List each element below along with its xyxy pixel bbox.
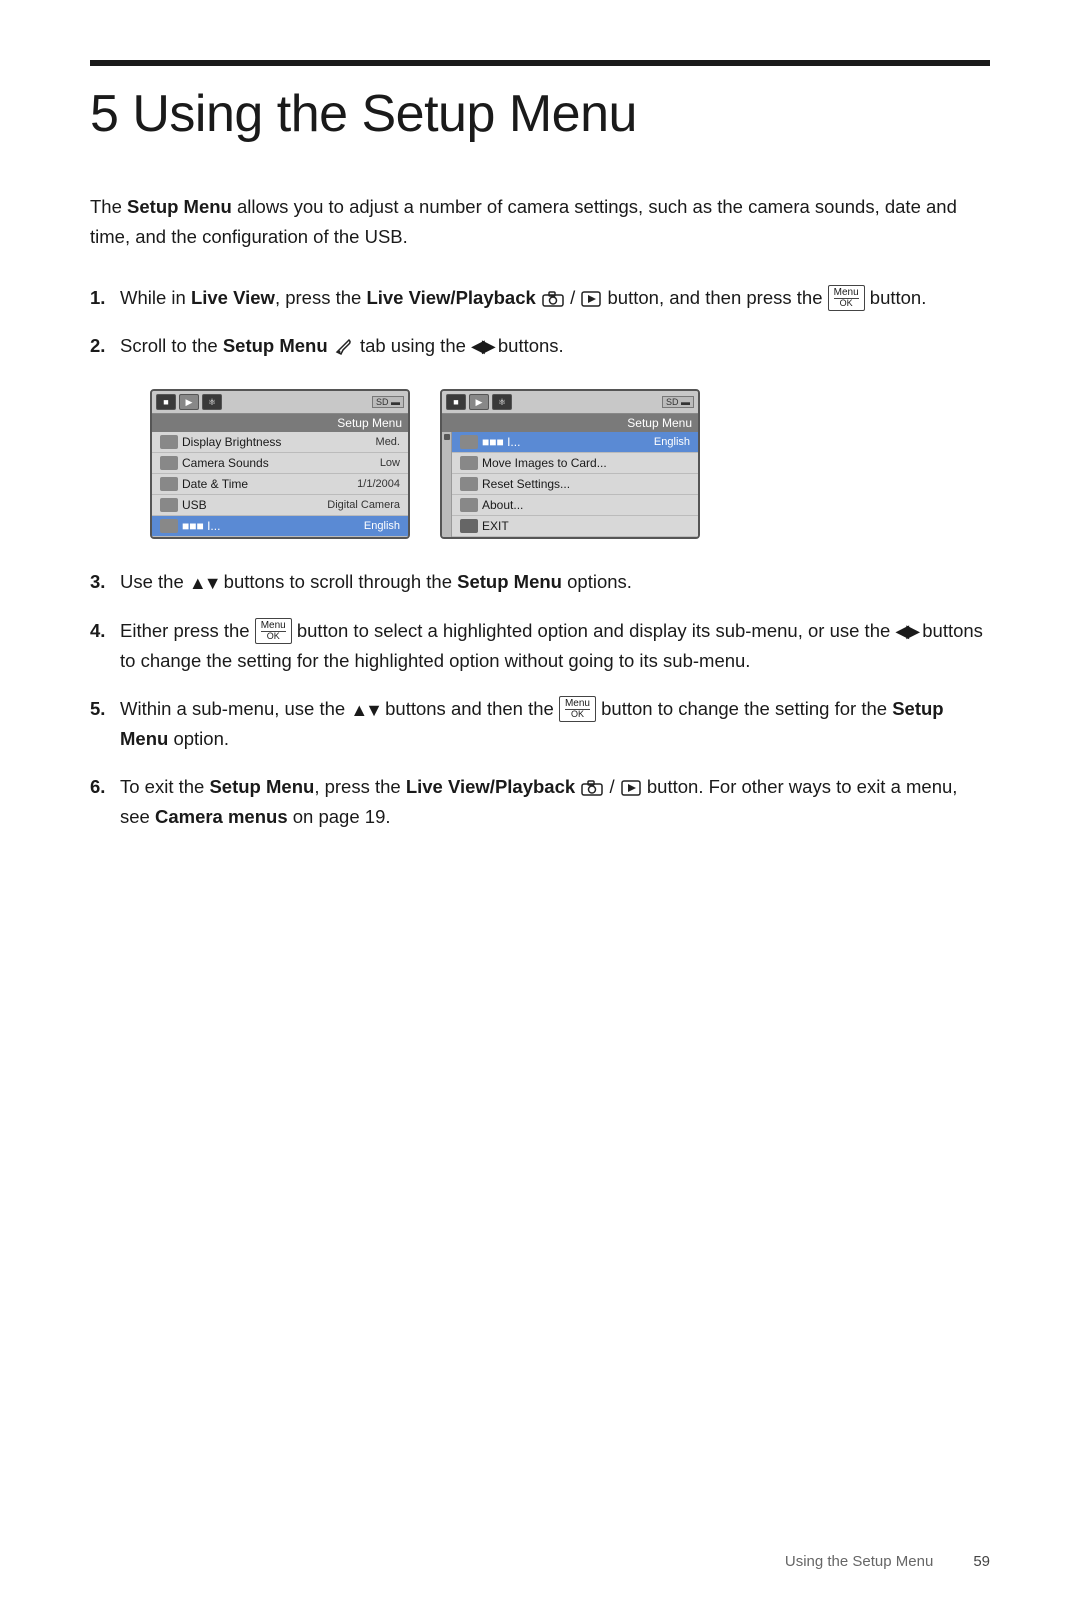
page: 5 Using the Setup Menu The Setup Menu al… <box>0 0 1080 1620</box>
lr-arrows-icon: ◀▶ <box>471 332 493 361</box>
step-6-number: 6. <box>90 772 120 802</box>
screen-right-reset-icon <box>460 477 478 491</box>
screen-left-rows: Display Brightness Med. Camera Sounds Lo… <box>152 432 408 537</box>
step-5: 5. Within a sub-menu, use the ▲▼ buttons… <box>90 694 990 754</box>
screen-sd-indicator: SD ▬ <box>372 396 404 408</box>
screens-row: ■ ▶ ⚛ SD ▬ Setup Menu Display Brightness… <box>150 389 990 539</box>
chapter-title: 5 Using the Setup Menu <box>90 84 990 144</box>
row-lang-label: ■■■ I... <box>182 519 364 533</box>
step-2-number: 2. <box>90 331 120 361</box>
step-5-content: Within a sub-menu, use the ▲▼ buttons an… <box>120 694 990 754</box>
screen-right-row-exit: EXIT <box>452 516 698 537</box>
screen-right-row-about: About... <box>452 495 698 516</box>
row-sounds-value: Low <box>380 457 400 469</box>
sounds-icon <box>160 456 178 470</box>
usb-icon <box>160 498 178 512</box>
screen-right-exit-label: EXIT <box>482 519 690 533</box>
screen-left-title: Setup Menu <box>152 414 408 432</box>
footer-page-number: 59 <box>973 1553 990 1570</box>
step-6-camera-icon <box>581 780 603 796</box>
camera-icon <box>542 291 564 307</box>
step-5-number: 5. <box>90 694 120 724</box>
step-4-lr-arrows: ◀▶ <box>895 617 917 646</box>
row-display-label: Display Brightness <box>182 435 376 449</box>
screen-playback-icon: ▶ <box>179 394 199 410</box>
step-3-content: Use the ▲▼ buttons to scroll through the… <box>120 567 990 598</box>
row-date-value: 1/1/2004 <box>357 478 400 490</box>
screen-right-title: Setup Menu <box>442 414 698 432</box>
screen-row-usb: USB Digital Camera <box>152 495 408 516</box>
step-3-number: 3. <box>90 567 120 597</box>
step-4-number: 4. <box>90 616 120 646</box>
page-footer: Using the Setup Menu 59 <box>785 1553 990 1570</box>
screen-right-sd-indicator: SD ▬ <box>662 396 694 408</box>
scroll-thumb <box>444 434 450 440</box>
screen-right-setup-icon: ⚛ <box>492 394 512 410</box>
wrench-icon <box>335 338 353 356</box>
row-display-value: Med. <box>376 436 400 448</box>
screen-right-lang-label: ■■■ I... <box>482 435 654 449</box>
display-icon <box>160 435 178 449</box>
row-date-label: Date & Time <box>182 477 357 491</box>
menu-ok-button-inline: Menu OK <box>828 285 865 311</box>
screen-setup-icon: ⚛ <box>202 394 222 410</box>
screen-right-about-icon <box>460 498 478 512</box>
screen-left-body: Display Brightness Med. Camera Sounds Lo… <box>152 432 408 537</box>
chapter-number: 5 <box>90 85 118 143</box>
screen-right: ■ ▶ ⚛ SD ▬ Setup Menu ■■■ I... <box>440 389 700 539</box>
intro-paragraph: The Setup Menu allows you to adjust a nu… <box>90 192 990 251</box>
screen-right-about-label: About... <box>482 498 690 512</box>
screen-right-row-reset: Reset Settings... <box>452 474 698 495</box>
step-5-ud-arrows: ▲▼ <box>350 696 380 725</box>
screen-right-camera-icon: ■ <box>446 394 466 410</box>
step-3: 3. Use the ▲▼ buttons to scroll through … <box>90 567 990 598</box>
step-1-number: 1. <box>90 283 120 313</box>
step-4: 4. Either press the Menu OK button to se… <box>90 616 990 676</box>
chapter-header: 5 Using the Setup Menu <box>90 60 990 144</box>
screen-right-move-label: Move Images to Card... <box>482 456 690 470</box>
screens-container: ■ ▶ ⚛ SD ▬ Setup Menu Display Brightness… <box>90 389 990 539</box>
step-1-content: While in Live View, press the Live View/… <box>120 283 990 313</box>
footer-chapter-text: Using the Setup Menu <box>785 1553 933 1570</box>
screen-camera-mode-icon: ■ <box>156 394 176 410</box>
screen-right-exit-icon <box>460 519 478 533</box>
screen-row-lang: ■■■ I... English <box>152 516 408 537</box>
row-usb-label: USB <box>182 498 327 512</box>
row-sounds-label: Camera Sounds <box>182 456 380 470</box>
screen-row-sounds: Camera Sounds Low <box>152 453 408 474</box>
screen-row-display: Display Brightness Med. <box>152 432 408 453</box>
step-2: 2. Scroll to the Setup Menu tab using th… <box>90 331 990 362</box>
screen-right-row-move: Move Images to Card... <box>452 453 698 474</box>
step-2-content: Scroll to the Setup Menu tab using the ◀… <box>120 331 990 362</box>
step-4-content: Either press the Menu OK button to selec… <box>120 616 990 676</box>
screen-left: ■ ▶ ⚛ SD ▬ Setup Menu Display Brightness… <box>150 389 410 539</box>
step-5-menu-ok-btn: Menu OK <box>559 696 596 722</box>
playback-icon <box>581 291 601 307</box>
screen-right-reset-label: Reset Settings... <box>482 477 690 491</box>
setup-menu-bold: Setup Menu <box>127 196 232 217</box>
screen-row-date: Date & Time 1/1/2004 <box>152 474 408 495</box>
screen-right-body: ■■■ I... English Move Images to Card... … <box>442 432 698 537</box>
row-usb-value: Digital Camera <box>327 499 400 511</box>
screen-right-playback-icon: ▶ <box>469 394 489 410</box>
scroll-bar <box>442 432 452 537</box>
ud-arrows-icon: ▲▼ <box>189 569 219 598</box>
screen-right-lang-icon <box>460 435 478 449</box>
screen-right-move-icon <box>460 456 478 470</box>
date-icon <box>160 477 178 491</box>
steps-list: 1. While in Live View, press the Live Vi… <box>90 283 990 831</box>
chapter-title-text: Using the Setup Menu <box>132 85 637 143</box>
step-1: 1. While in Live View, press the Live Vi… <box>90 283 990 313</box>
step-6-playback-icon <box>621 780 641 796</box>
step-4-menu-ok-btn: Menu OK <box>255 618 292 644</box>
lang-icon <box>160 519 178 533</box>
screen-right-row-lang: ■■■ I... English <box>452 432 698 453</box>
step-6: 6. To exit the Setup Menu, press the Liv… <box>90 772 990 831</box>
row-lang-value: English <box>364 520 400 532</box>
screen-right-rows: ■■■ I... English Move Images to Card... … <box>452 432 698 537</box>
screen-right-topbar: ■ ▶ ⚛ SD ▬ <box>442 391 698 414</box>
screen-right-lang-value: English <box>654 436 690 448</box>
step-6-content: To exit the Setup Menu, press the Live V… <box>120 772 990 831</box>
screen-left-topbar: ■ ▶ ⚛ SD ▬ <box>152 391 408 414</box>
